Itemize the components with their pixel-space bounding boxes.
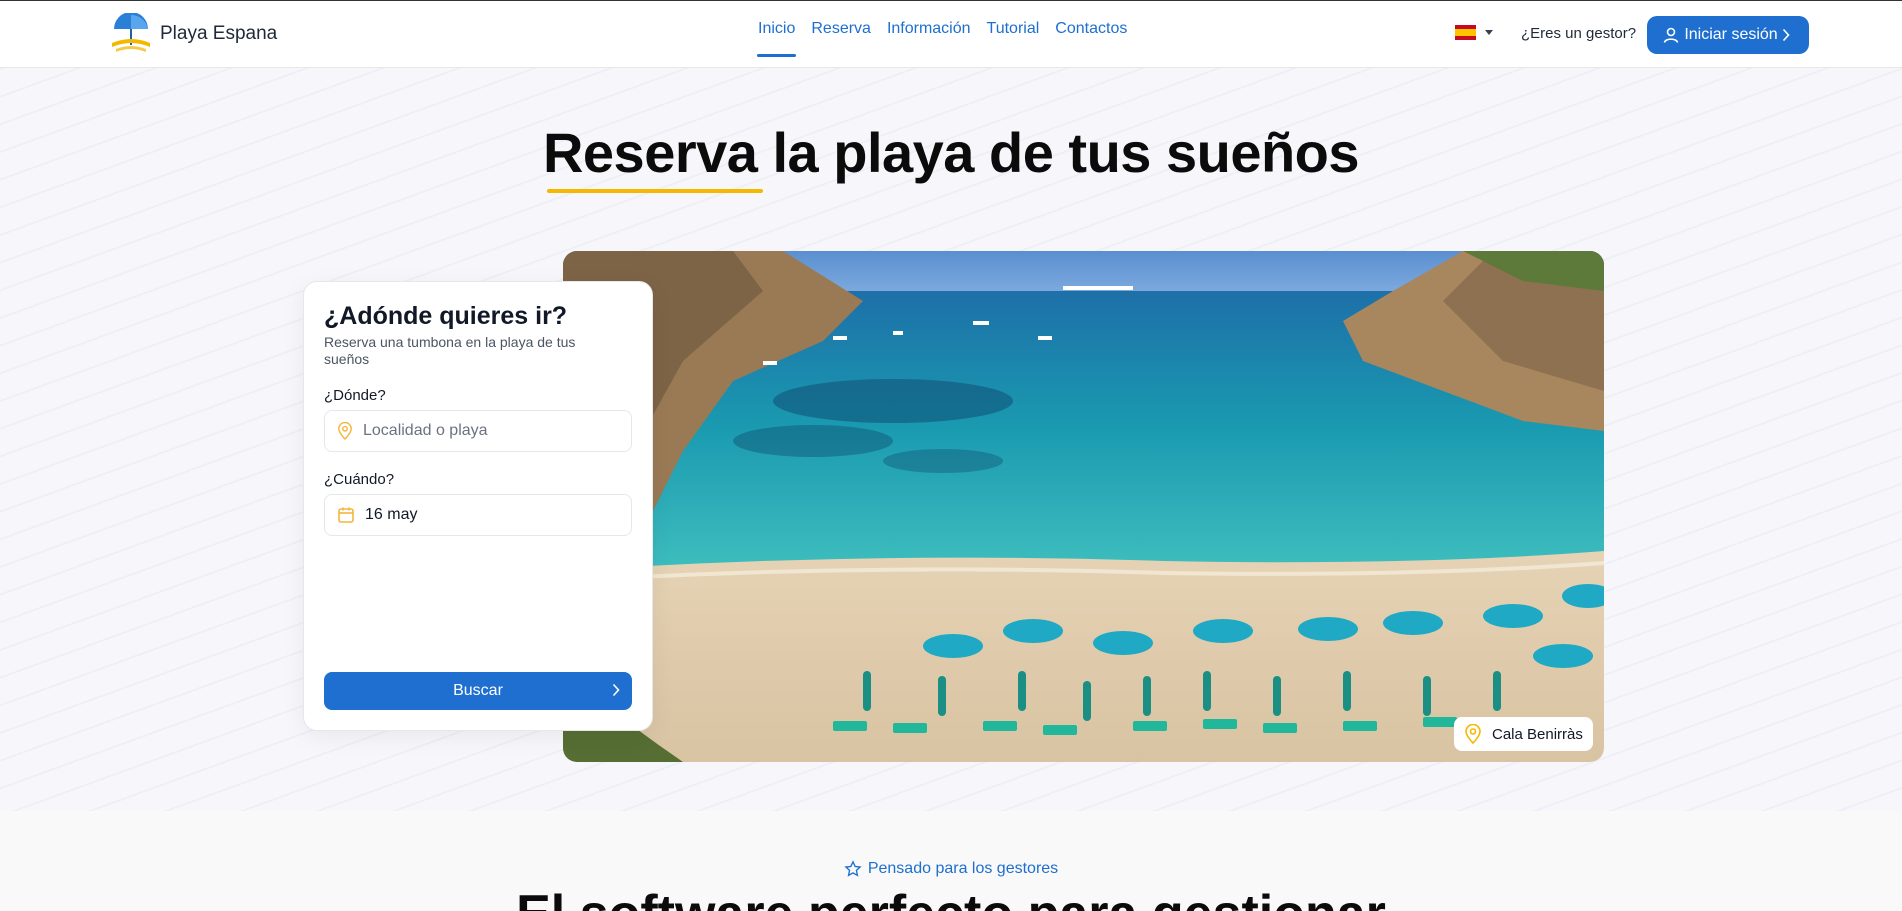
section2-title: El software perfecto para gestionar [0,884,1902,911]
where-input[interactable]: Localidad o playa [324,410,632,452]
nav-tutorial[interactable]: Tutorial [979,1,1048,57]
login-label: Iniciar sesión [1684,26,1778,43]
nav-informacion[interactable]: Información [879,1,979,57]
where-label: ¿Dónde? [324,387,386,404]
beach-photo [563,251,1604,762]
eyebrow-text: Pensado para los gestores [867,860,1059,877]
managers-eyebrow: Pensado para los gestores [0,860,1902,878]
main-nav: Inicio Reserva Información Tutorial Cont… [750,1,1135,69]
nav-contactos[interactable]: Contactos [1047,1,1135,57]
brand-name: Playa Espana [160,23,278,44]
where-placeholder: Localidad o playa [363,422,488,439]
when-label: ¿Cuándo? [324,471,395,488]
spain-flag-icon [1455,25,1476,40]
nav-inicio[interactable]: Inicio [750,1,803,57]
map-pin-icon [338,422,352,440]
user-icon [1664,27,1679,43]
photo-location-name: Cala Benirràs [1492,725,1583,743]
hero-title: Reserva la playa de tus sueños [542,121,1360,184]
map-pin-icon [1465,724,1481,744]
search-card-title: ¿Adónde quieres ir? [324,302,568,330]
chevron-right-icon [1782,28,1790,42]
photo-location-badge: Cala Benirràs [1454,717,1593,751]
top-navbar: Playa Espana Inicio Reserva Información … [0,0,1902,68]
title-underline-accent [547,189,763,193]
search-button[interactable]: Buscar [324,672,632,710]
calendar-icon [338,507,354,523]
caret-down-icon [1485,30,1493,35]
search-card: ¿Adónde quieres ir? Reserva una tumbona … [303,281,653,731]
nav-reserva[interactable]: Reserva [803,1,879,57]
date-picker-input[interactable]: 16 may [324,494,632,536]
star-icon [844,860,862,877]
brand-home-link[interactable]: Playa Espana [110,13,277,55]
language-selector[interactable] [1455,25,1493,40]
chevron-right-icon [612,683,620,697]
login-button[interactable]: Iniciar sesión [1647,16,1809,54]
manager-link[interactable]: ¿Eres un gestor? [1521,25,1636,42]
search-button-label: Buscar [453,682,503,699]
search-card-subtitle: Reserva una tumbona en la playa de tus s… [324,334,576,367]
date-value: 16 may [365,506,418,523]
beach-umbrella-logo-icon [112,13,150,52]
